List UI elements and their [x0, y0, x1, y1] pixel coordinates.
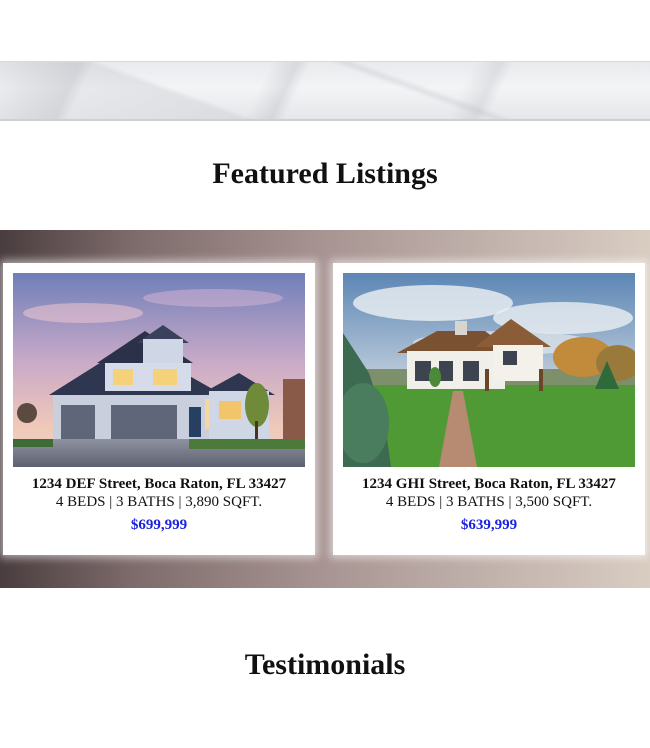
- listing-photo[interactable]: [343, 273, 635, 467]
- featured-listings-heading: Featured Listings: [212, 157, 438, 190]
- listing-card[interactable]: 1234 DEF Street, Boca Raton, FL 33427 4 …: [3, 263, 315, 555]
- listing-specs: 4 BEDS | 3 BATHS | 3,500 SQFT.: [385, 494, 593, 510]
- house-photo-icon: [13, 273, 305, 467]
- listing-price: $699,999: [130, 517, 188, 533]
- listing-address[interactable]: 1234 GHI Street, Boca Raton, FL 33427: [333, 476, 645, 493]
- listing-card[interactable]: 1234 GHI Street, Boca Raton, FL 33427 4 …: [333, 263, 645, 555]
- listing-address[interactable]: 1234 DEF Street, Boca Raton, FL 33427: [3, 476, 315, 493]
- listing-price: $639,999: [460, 517, 518, 533]
- listing-photo[interactable]: [13, 273, 305, 467]
- testimonials-heading: Testimonials: [244, 648, 406, 681]
- listing-specs: 4 BEDS | 3 BATHS | 3,890 SQFT.: [55, 494, 263, 510]
- listings-section: 1234 DEF Street, Boca Raton, FL 33427 4 …: [0, 230, 650, 588]
- marble-banner: [0, 61, 650, 121]
- house-photo-icon: [343, 273, 635, 467]
